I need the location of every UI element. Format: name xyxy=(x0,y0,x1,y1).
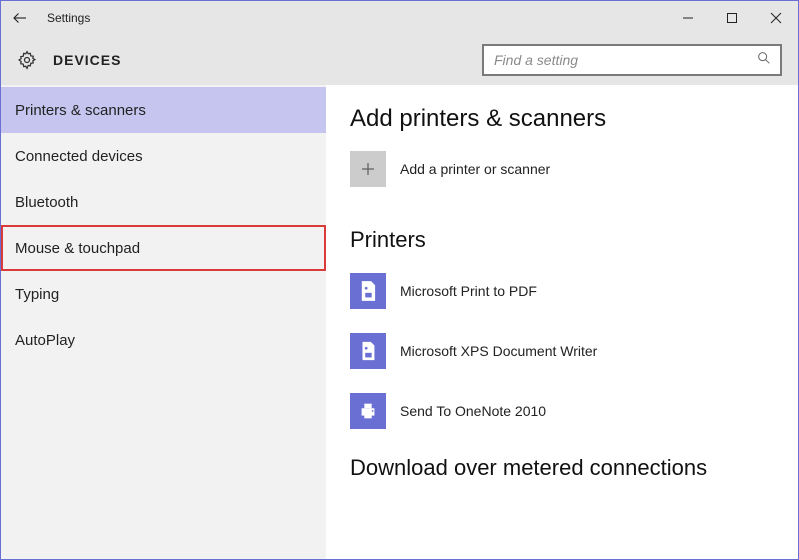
printer-icon xyxy=(350,393,386,429)
sidebar: Printers & scanners Connected devices Bl… xyxy=(1,85,326,559)
search-input[interactable] xyxy=(494,52,756,68)
printer-item[interactable]: Microsoft XPS Document Writer xyxy=(350,333,798,369)
sidebar-item-connected-devices[interactable]: Connected devices xyxy=(1,133,326,179)
page-printer-icon xyxy=(350,333,386,369)
sidebar-item-label: Mouse & touchpad xyxy=(15,240,140,257)
sidebar-item-label: Typing xyxy=(15,286,59,303)
settings-window: Settings DEVICES Printers & scanners Con… xyxy=(0,0,799,560)
section-title: DEVICES xyxy=(53,52,121,68)
titlebar: Settings xyxy=(1,1,798,35)
maximize-button[interactable] xyxy=(710,1,754,35)
search-icon xyxy=(756,50,772,71)
arrow-left-icon xyxy=(11,9,29,27)
heading-add-printers: Add printers & scanners xyxy=(350,105,798,133)
printer-item[interactable]: Microsoft Print to PDF xyxy=(350,273,798,309)
body: Printers & scanners Connected devices Bl… xyxy=(1,85,798,559)
maximize-icon xyxy=(726,12,738,24)
sidebar-item-label: AutoPlay xyxy=(15,332,75,349)
minimize-icon xyxy=(682,12,694,24)
close-icon xyxy=(770,12,782,24)
heading-download-metered: Download over metered connections xyxy=(350,455,798,481)
printer-label: Send To OneNote 2010 xyxy=(400,403,546,419)
window-title: Settings xyxy=(47,11,90,25)
content: Add printers & scanners Add a printer or… xyxy=(326,85,798,559)
sidebar-item-typing[interactable]: Typing xyxy=(1,271,326,317)
heading-printers: Printers xyxy=(350,227,798,253)
close-button[interactable] xyxy=(754,1,798,35)
header: DEVICES xyxy=(1,35,798,85)
sidebar-item-label: Bluetooth xyxy=(15,194,78,211)
sidebar-item-label: Printers & scanners xyxy=(15,102,146,119)
add-printer-button[interactable]: Add a printer or scanner xyxy=(350,151,798,187)
page-printer-icon xyxy=(350,273,386,309)
sidebar-item-autoplay[interactable]: AutoPlay xyxy=(1,317,326,363)
printer-label: Microsoft XPS Document Writer xyxy=(400,343,597,359)
printer-label: Microsoft Print to PDF xyxy=(400,283,537,299)
sidebar-item-mouse-touchpad[interactable]: Mouse & touchpad xyxy=(1,225,326,271)
add-printer-label: Add a printer or scanner xyxy=(400,161,550,177)
sidebar-item-label: Connected devices xyxy=(15,148,143,165)
printer-item[interactable]: Send To OneNote 2010 xyxy=(350,393,798,429)
search-box[interactable] xyxy=(482,44,782,76)
sidebar-item-printers-scanners[interactable]: Printers & scanners xyxy=(1,87,326,133)
sidebar-item-bluetooth[interactable]: Bluetooth xyxy=(1,179,326,225)
back-button[interactable] xyxy=(1,1,39,35)
gear-icon xyxy=(15,48,39,72)
minimize-button[interactable] xyxy=(666,1,710,35)
plus-icon xyxy=(350,151,386,187)
